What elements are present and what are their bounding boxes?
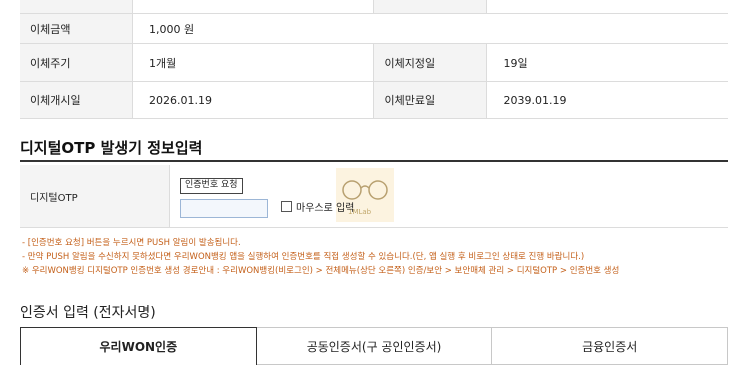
note-line: ※ 우리WON뱅킹 디지털OTP 인증번호 생성 경로안내 : 우리WON뱅킹(… [22,266,620,276]
tab-woori-won-auth[interactable]: 우리WON인증 [20,327,257,365]
note-line: - [인증번호 요청] 버튼을 누르시면 PUSH 알림이 발송됩니다. [22,238,241,248]
day-value: 19일 [486,43,728,82]
amount-label: 이체금액 [20,13,133,44]
section-divider [20,160,728,162]
tab-financial-certificate[interactable]: 금융인증서 [492,327,729,365]
request-code-button[interactable]: 인증번호 요청 [180,178,243,194]
table-row: 이체금액 1,000 원 [20,13,728,44]
cert-tabs: 우리WON인증 공동인증서(구 공인인증서) 금융인증서 [20,327,729,365]
otp-label: 디지털OTP [20,165,170,227]
start-date-value: 2026.01.19 [132,81,374,119]
table-cell [132,0,374,14]
table-row [20,0,728,14]
table-cell [20,0,133,14]
cert-section-title: 인증서 입력 (전자서명) [20,305,156,321]
otp-section-title: 디지털OTP 발생기 정보입력 [20,139,203,157]
tab-joint-certificate[interactable]: 공동인증서(구 공인인증서) [256,327,493,365]
cycle-label: 이체주기 [20,43,133,82]
day-label: 이체지정일 [373,43,488,82]
end-date-label: 이체만료일 [373,81,488,119]
table-row: 이체주기 1개월 이체지정일 19일 [20,43,728,82]
otp-input-row: 디지털OTP 인증번호 요청 1MLab 마우스로 입력 [20,165,728,228]
cycle-value: 1개월 [132,43,374,82]
table-cell [486,0,728,14]
table-cell [373,0,488,14]
otp-code-input[interactable] [180,199,268,218]
table-row: 이체개시일 2026.01.19 이체만료일 2039.01.19 [20,81,728,119]
transfer-info-table: 이체금액 1,000 원 이체주기 1개월 이체지정일 19일 이체개시일 20… [20,0,728,119]
mouse-input-checkbox[interactable] [281,201,292,212]
mouse-input-label[interactable]: 마우스로 입력 [296,199,354,214]
amount-value: 1,000 원 [132,13,728,44]
otp-notes: - [인증번호 요청] 버튼을 누르시면 PUSH 알림이 발송됩니다. - 만… [22,236,619,278]
end-date-value: 2039.01.19 [486,81,728,119]
note-line: - 만약 PUSH 알림을 수신하지 못하셨다면 우리WON뱅킹 앱을 실행하여… [22,252,585,262]
start-date-label: 이체개시일 [20,81,133,119]
